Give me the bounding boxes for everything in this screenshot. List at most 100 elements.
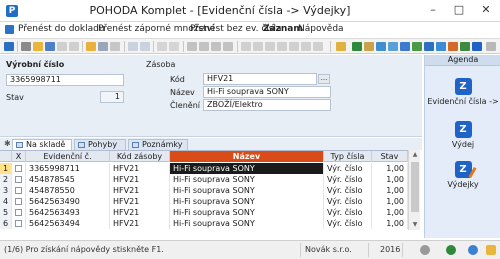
table-row[interactable]: 2 454878545 HFV21 Hi-Fi souprava SONY Výr. č… <box>0 174 408 185</box>
sort-icon[interactable] <box>265 42 275 51</box>
back-icon[interactable] <box>128 42 138 51</box>
menu-app-icon[interactable] <box>5 25 14 34</box>
tab-in-stock[interactable]: Na skladě <box>12 139 72 150</box>
minimize-button[interactable]: – <box>420 0 446 20</box>
table-row[interactable]: 6 5642563494 HFV21 Hi-Fi souprava SONY Výr. … <box>0 218 408 229</box>
help-icon[interactable] <box>472 42 482 51</box>
edit-icon[interactable] <box>45 42 55 51</box>
document-green-icon[interactable] <box>352 42 362 51</box>
accept-icon[interactable] <box>460 42 470 51</box>
row-checkbox-cell[interactable] <box>12 207 26 218</box>
cell-serial: 3365998711 <box>26 163 110 174</box>
calculator-icon[interactable] <box>313 42 323 51</box>
delete-icon[interactable] <box>110 42 120 51</box>
more-icon[interactable] <box>486 42 496 51</box>
mail-icon[interactable] <box>388 42 398 51</box>
column-header-name[interactable]: Název <box>170 151 324 162</box>
status-company: Novák s.r.o. <box>305 245 352 254</box>
menu-help[interactable]: Nápověda <box>298 24 344 34</box>
row-checkbox-cell[interactable] <box>12 163 26 174</box>
cell-code: HFV21 <box>110 218 170 229</box>
table-row[interactable]: 4 5642563490 HFV21 Hi-Fi souprava SONY Výr. … <box>0 196 408 207</box>
cell-type: Výr. číslo <box>324 218 372 229</box>
scroll-down-icon[interactable]: ▼ <box>409 220 421 230</box>
pin-icon[interactable]: ✱ <box>4 139 11 148</box>
column-header-state[interactable]: Stav <box>372 151 408 162</box>
row-checkbox-cell[interactable] <box>12 185 26 196</box>
stock-picker-button[interactable]: ... <box>318 74 330 84</box>
column-header-x[interactable]: X <box>12 151 26 162</box>
close-button[interactable]: ✕ <box>472 0 500 20</box>
cell-serial: 454878545 <box>26 174 110 185</box>
pen-icon[interactable] <box>98 42 108 51</box>
cell-state: 1,00 <box>372 207 408 218</box>
sync-icon <box>468 245 478 255</box>
first-record-icon[interactable] <box>187 42 197 51</box>
row-checkbox-cell[interactable] <box>12 174 26 185</box>
column-header-code[interactable]: Kód zásoby <box>110 151 170 162</box>
paste-icon[interactable] <box>86 42 96 51</box>
menu-record[interactable]: Záznam <box>263 24 303 34</box>
folder-icon[interactable] <box>336 42 346 51</box>
column-header-type[interactable]: Typ čísla <box>324 151 372 162</box>
tab-movements[interactable]: Pohyby <box>74 139 126 150</box>
layout-icon[interactable] <box>4 42 14 51</box>
stock-code-field[interactable]: HFV21 <box>203 73 317 85</box>
cell-serial: 5642563494 <box>26 218 110 229</box>
copy-icon[interactable] <box>69 42 79 51</box>
status-hint: (1/6) Pro získání nápovědy stiskněte F1. <box>4 245 164 254</box>
stock-section-title: Zásoba <box>146 60 176 69</box>
user-icon[interactable] <box>400 42 410 51</box>
next-record-icon[interactable] <box>211 42 221 51</box>
home-icon[interactable] <box>424 42 434 51</box>
cell-type: Výr. číslo <box>324 174 372 185</box>
table-row[interactable]: 1 3365998711 HFV21 Hi-Fi souprava SONY Výr. … <box>0 163 408 174</box>
agenda-item-serial-to-issue[interactable]: Z Evidenční čísla -> <box>425 78 500 106</box>
warning-icon[interactable] <box>448 42 458 51</box>
list-icon[interactable] <box>21 42 31 51</box>
class-label: Členění <box>170 101 201 110</box>
agenda-item-issue-slips[interactable]: Z Výdejky <box>425 161 500 189</box>
row-checkbox-cell[interactable] <box>12 218 26 229</box>
scroll-up-icon[interactable]: ▲ <box>409 150 421 160</box>
row-checkbox[interactable] <box>15 165 22 172</box>
table-row[interactable]: 5 5642563493 HFV21 Hi-Fi souprava SONY Výr. … <box>0 207 408 218</box>
export-icon[interactable] <box>169 42 179 51</box>
settings-icon[interactable] <box>289 42 299 51</box>
calendar-icon[interactable] <box>376 42 386 51</box>
row-checkbox[interactable] <box>15 198 22 205</box>
filter-icon[interactable] <box>241 42 251 51</box>
cell-code: HFV21 <box>110 185 170 196</box>
print-icon[interactable] <box>157 42 167 51</box>
save-icon[interactable] <box>57 42 67 51</box>
cell-serial: 5642563490 <box>26 196 110 207</box>
refresh-icon[interactable] <box>277 42 287 51</box>
serial-numbers-grid: X Evidenční č. Kód zásoby Název Typ čísl… <box>0 150 420 230</box>
search-icon[interactable] <box>253 42 263 51</box>
globe-icon[interactable] <box>436 42 446 51</box>
scroll-thumb[interactable] <box>411 162 419 212</box>
vertical-scrollbar[interactable]: ▲ ▼ <box>408 150 420 230</box>
row-checkbox[interactable] <box>15 209 22 216</box>
previous-record-icon[interactable] <box>199 42 209 51</box>
table-row[interactable]: 3 454878550 HFV21 Hi-Fi souprava SONY Výr. č… <box>0 185 408 196</box>
new-record-icon[interactable] <box>33 42 43 51</box>
column-header-serial[interactable]: Evidenční č. <box>26 151 110 162</box>
menu-transfer-to-document[interactable]: Přenést do dokladu <box>18 24 105 34</box>
tools-icon[interactable] <box>301 42 311 51</box>
cell-name: Hi-Fi souprava SONY <box>170 174 324 185</box>
cell-type: Výr. číslo <box>324 207 372 218</box>
forward-icon[interactable] <box>140 42 150 51</box>
row-checkbox[interactable] <box>15 187 22 194</box>
row-checkbox-cell[interactable] <box>12 196 26 207</box>
row-checkbox[interactable] <box>15 220 22 227</box>
agenda-item-issue[interactable]: Z Výdej <box>425 121 500 149</box>
cell-name: Hi-Fi souprava SONY <box>170 163 324 174</box>
last-record-icon[interactable] <box>223 42 233 51</box>
tab-notes[interactable]: Poznámky <box>128 139 188 150</box>
maximize-button[interactable]: □ <box>446 0 472 20</box>
chart-icon[interactable] <box>364 42 374 51</box>
money-icon[interactable] <box>412 42 422 51</box>
row-checkbox[interactable] <box>15 176 22 183</box>
serial-number-field[interactable]: 3365998711 <box>6 74 124 86</box>
